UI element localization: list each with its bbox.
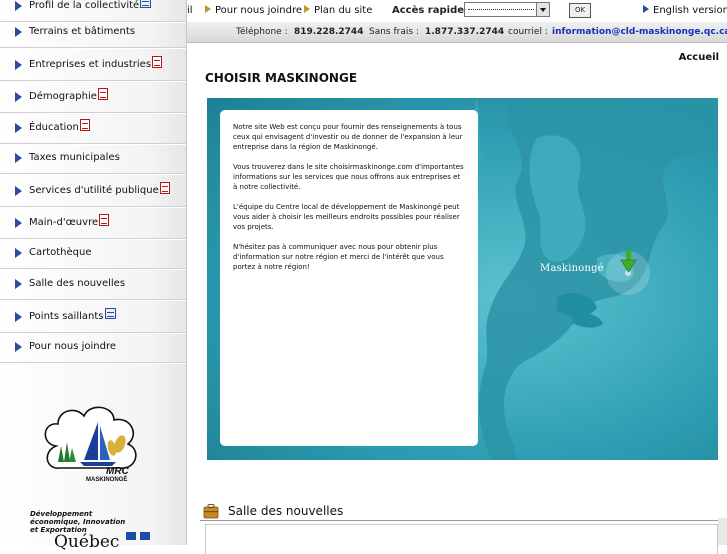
page-scrollbar[interactable]: [718, 518, 727, 545]
pdf-icon[interactable]: [152, 56, 162, 68]
pdf-icon[interactable]: [98, 88, 108, 100]
sidebar-item-label: Services d'utilité publique: [29, 185, 159, 196]
intro-paragraph-2: Vous trouverez dans le site choisirmaski…: [233, 163, 464, 191]
sidebar: Profil de la collectivité Terrains et bât…: [0, 0, 187, 552]
mrc-maskinonge-logo: MRC MASKINONGÉ: [44, 406, 137, 483]
nav-arrow-icon: [15, 342, 22, 352]
quick-access-ok-button[interactable]: OK: [569, 3, 591, 18]
quebec-ministry-logo: Développement économique, Innovation et …: [30, 510, 170, 552]
nav-arrow-icon: [15, 279, 22, 289]
document-icon[interactable]: [140, 0, 151, 8]
news-divider: [200, 520, 718, 521]
email-link[interactable]: information@cld-maskinonge.qc.ca: [552, 27, 727, 37]
sidebar-item-4[interactable]: Éducation: [0, 113, 186, 144]
sidebar-item-label: Entreprises et industries: [29, 59, 152, 70]
sidebar-item-9[interactable]: Salle des nouvelles: [0, 269, 186, 300]
intro-paragraph-1: Notre site Web est conçu pour fournir de…: [233, 123, 463, 151]
quick-access-select[interactable]: [464, 2, 550, 17]
quick-access-placeholder: [468, 9, 534, 10]
nav-arrow-icon: [15, 312, 22, 322]
sidebar-item-8[interactable]: Cartothèque: [0, 238, 186, 269]
ministry-line-1: Développement: [30, 510, 93, 518]
sidebar-item-label: Cartothèque: [29, 247, 92, 258]
quick-access-label: Accès rapide :: [392, 5, 472, 16]
top-link-sitemap-label: Plan du site: [314, 5, 373, 16]
bullet-arrow-icon: [205, 5, 211, 13]
sidebar-item-10[interactable]: Points saillants: [0, 302, 186, 333]
sidebar-item-6[interactable]: Services d'utilité publique: [0, 176, 186, 207]
chevron-down-icon[interactable]: [536, 3, 549, 16]
sidebar-item-label: Points saillants: [29, 311, 104, 322]
bullet-arrow-icon: [643, 5, 649, 13]
quebec-wordmark: Québec: [54, 532, 120, 552]
logo-mrc-text: MRC: [106, 466, 130, 477]
sidebar-item-label: Salle des nouvelles: [29, 278, 126, 289]
sidebar-item-label: Profil de la collectivité: [29, 0, 140, 11]
nav-arrow-icon: [15, 218, 22, 228]
nav-arrow-icon: [15, 1, 22, 11]
english-version-link[interactable]: English version: [643, 5, 727, 16]
sidebar-item-1[interactable]: Terrains et bâtiments: [0, 17, 186, 48]
bullet-arrow-icon: [304, 5, 310, 13]
nav-arrow-icon: [15, 186, 22, 196]
ministry-line-2: économique, Innovation: [30, 518, 126, 526]
contact-bar: Téléphone : 819.228.2744 Sans frais : 1.…: [187, 22, 727, 43]
nav-arrow-icon: [15, 27, 22, 37]
top-link-sitemap[interactable]: Plan du site: [304, 5, 372, 16]
phone-label: Téléphone :: [236, 27, 288, 37]
document-icon[interactable]: [105, 308, 116, 319]
briefcase-icon: [203, 504, 219, 519]
top-navigation-bar: il Pour nous joindre Plan du site Accès …: [187, 0, 727, 22]
sidebar-item-label: Démographie: [29, 91, 97, 102]
sidebar-item-2[interactable]: Entreprises et industries: [0, 50, 186, 81]
intro-paragraph-4: N'hésitez pas à communiquer avec nous po…: [233, 243, 444, 271]
nav-arrow-icon: [15, 92, 22, 102]
pdf-icon[interactable]: [160, 182, 170, 194]
sidebar-item-5[interactable]: Taxes municipales: [0, 143, 186, 174]
top-link-contact[interactable]: Pour nous joindre: [205, 5, 302, 16]
sidebar-item-label: Taxes municipales: [29, 152, 120, 163]
intro-paragraph-3: L'équipe du Centre local de développemen…: [233, 203, 460, 231]
sidebar-item-7[interactable]: Main-d'œuvre: [0, 208, 186, 239]
page-title: CHOISIR MASKINONGE: [205, 71, 358, 85]
pdf-icon[interactable]: [80, 119, 90, 131]
english-version-label: English version: [653, 5, 727, 16]
nav-arrow-icon: [15, 248, 22, 258]
top-link-contact-label: Pour nous joindre: [215, 5, 303, 16]
intro-text-card: Notre site Web est conçu pour fournir de…: [220, 110, 478, 446]
breadcrumb-home[interactable]: Accueil: [679, 52, 719, 63]
sidebar-item-label: Éducation: [29, 122, 79, 133]
pdf-icon[interactable]: [99, 214, 109, 226]
nav-arrow-icon: [15, 123, 22, 133]
sidebar-item-label: Pour nous joindre: [29, 341, 117, 352]
tollfree-number: 1.877.337.2744: [425, 27, 505, 37]
quebec-flag-icon: [126, 532, 136, 540]
quebec-flag-icon-2: [140, 532, 150, 540]
tollfree-label: Sans frais :: [369, 27, 419, 37]
nav-arrow-icon: [15, 60, 22, 70]
logo-maskinonge-text: MASKINONGÉ: [86, 475, 127, 483]
nav-arrow-icon: [15, 153, 22, 163]
sidebar-item-11[interactable]: Pour nous joindre: [0, 332, 186, 363]
news-content-box: [205, 524, 718, 554]
sidebar-item-label: Terrains et bâtiments: [29, 26, 136, 37]
sidebar-item-label: Main-d'œuvre: [29, 217, 99, 228]
map-label-maskinonge: Maskinongé: [540, 263, 604, 274]
email-label: courriel :: [508, 27, 548, 37]
news-section-title[interactable]: Salle des nouvelles: [228, 504, 343, 518]
top-link-partial[interactable]: il: [187, 5, 193, 16]
phone-number: 819.228.2744: [294, 27, 364, 37]
sidebar-item-3[interactable]: Démographie: [0, 82, 186, 113]
